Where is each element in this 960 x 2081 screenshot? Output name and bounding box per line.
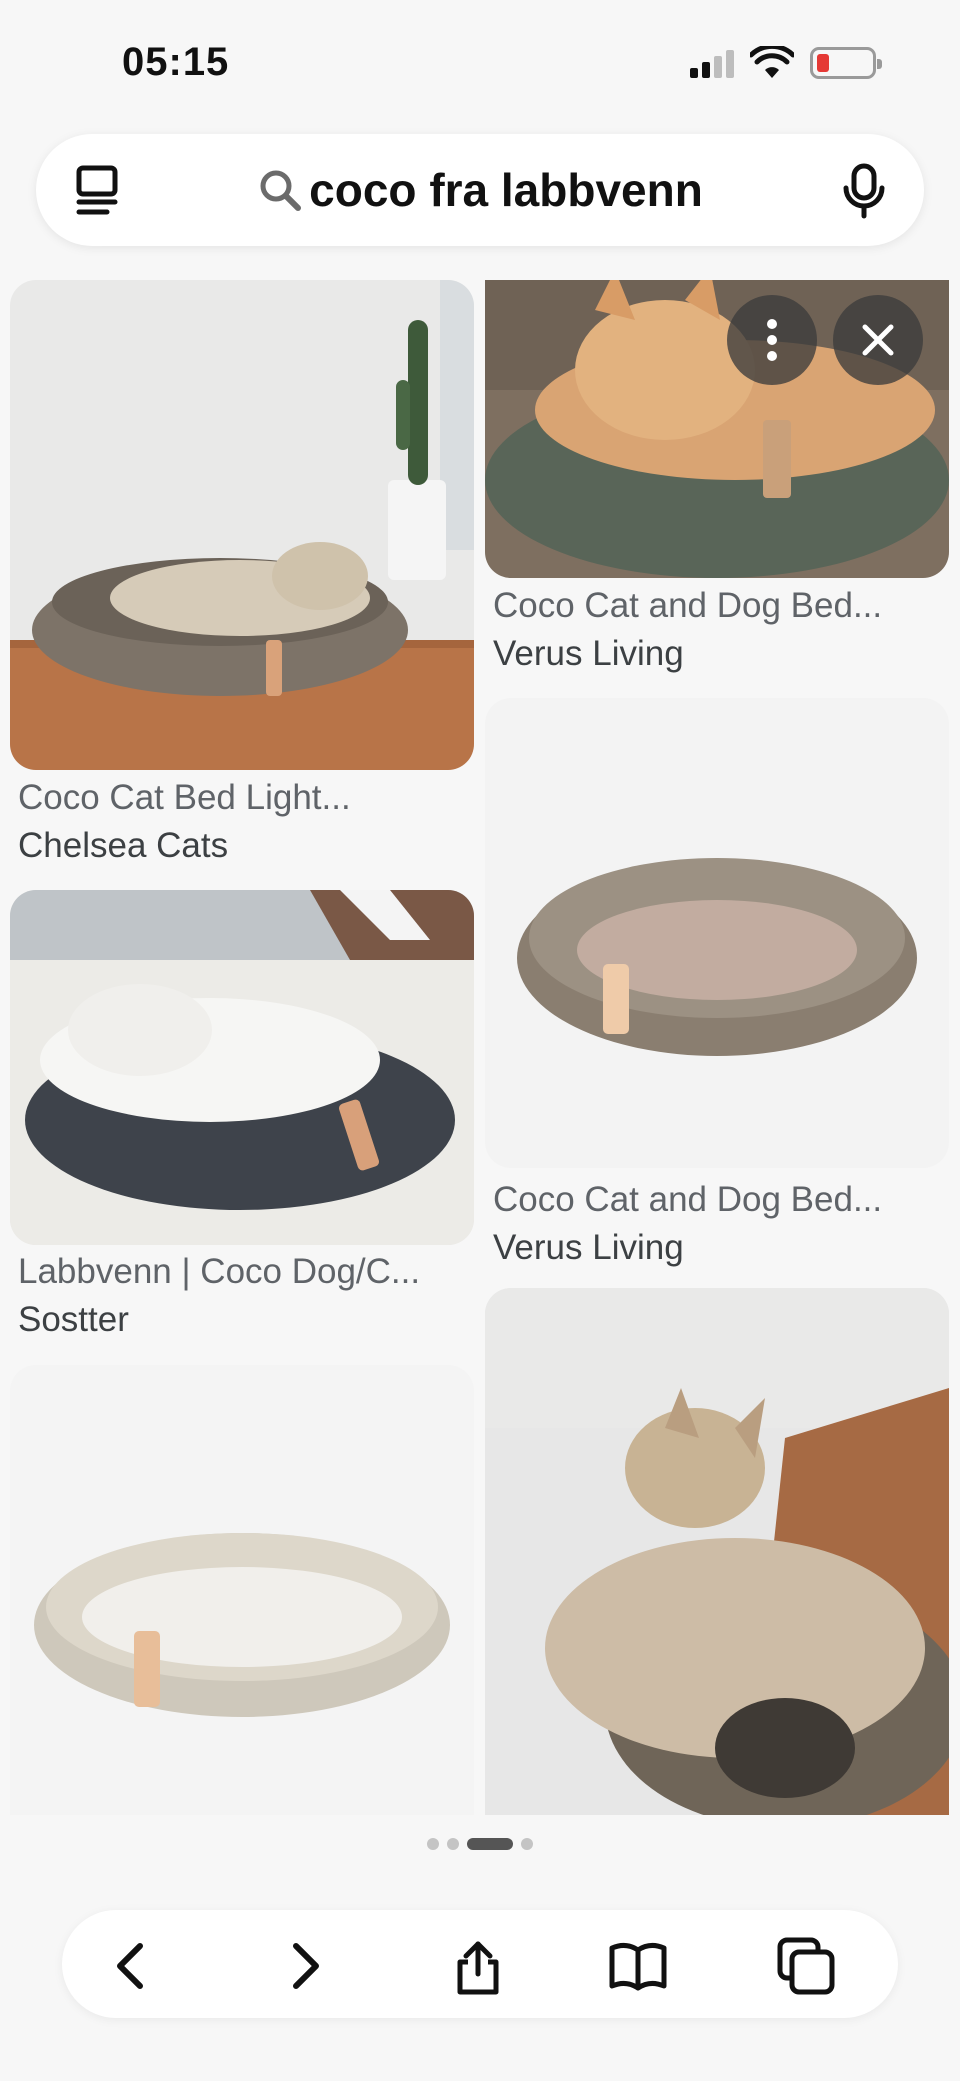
result-card[interactable] (10, 1365, 474, 1815)
battery-low-icon (810, 47, 882, 79)
search-query-area: coco fra labbvenn (36, 134, 924, 246)
browser-toolbar (62, 1910, 898, 2018)
result-image[interactable] (485, 698, 949, 1168)
search-bar[interactable]: coco fra labbvenn (36, 134, 924, 246)
status-icons (690, 46, 882, 80)
more-vertical-icon (767, 319, 777, 361)
page-dot-active[interactable] (467, 1838, 513, 1850)
result-card[interactable] (485, 1288, 949, 1815)
result-card[interactable]: Labbvenn | Coco Dog/C... Sostter (10, 890, 474, 1339)
bookmarks-icon[interactable] (606, 1934, 670, 1998)
more-options-button[interactable] (727, 295, 817, 385)
result-title: Coco Cat and Dog Bed... (493, 1180, 883, 1219)
result-image[interactable] (10, 280, 474, 770)
wifi-icon (750, 46, 794, 78)
forward-icon[interactable] (272, 1934, 336, 1998)
result-title: Coco Cat Bed Light... (18, 778, 351, 817)
tabs-icon[interactable] (774, 1934, 838, 1998)
result-title: Coco Cat and Dog Bed... (493, 586, 883, 625)
result-title: Labbvenn | Coco Dog/C... (18, 1252, 421, 1291)
tabs-overview-icon[interactable] (70, 162, 126, 218)
close-icon (862, 324, 894, 356)
cellular-signal-icon (690, 48, 734, 78)
status-bar: 05:15 (0, 0, 960, 120)
page-dot[interactable] (427, 1838, 439, 1850)
result-source: Chelsea Cats (18, 826, 229, 865)
search-icon (260, 170, 302, 211)
close-button[interactable] (833, 295, 923, 385)
microphone-icon[interactable] (834, 160, 894, 220)
page-indicator (0, 1838, 960, 1850)
result-image[interactable] (485, 1288, 949, 1815)
result-card[interactable]: Coco Cat and Dog Bed... Verus Living (485, 698, 949, 1278)
status-time: 05:15 (122, 40, 230, 84)
result-source: Verus Living (493, 1228, 684, 1267)
page-dot[interactable] (521, 1838, 533, 1850)
result-source: Sostter (18, 1300, 129, 1339)
result-image[interactable] (10, 890, 474, 1245)
page-dot[interactable] (447, 1838, 459, 1850)
share-icon[interactable] (446, 1934, 510, 1998)
result-source: Verus Living (493, 634, 684, 673)
image-results-grid: Coco Cat Bed Light... Chelsea Cats Coco … (0, 280, 960, 1815)
search-query[interactable]: coco fra labbvenn (309, 163, 703, 217)
result-card[interactable]: Coco Cat Bed Light... Chelsea Cats (10, 280, 474, 865)
back-icon[interactable] (100, 1934, 164, 1998)
result-image[interactable] (10, 1365, 474, 1815)
